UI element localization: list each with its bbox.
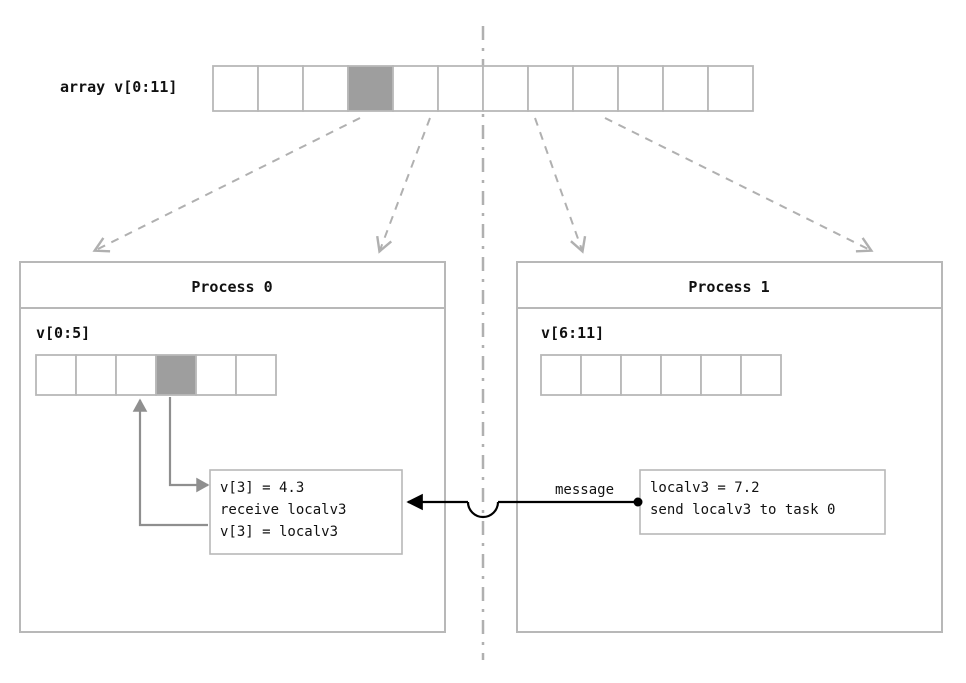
array-cell [258, 66, 303, 111]
process-1-subarray-label: v[6:11] [541, 324, 604, 342]
array-cell [438, 66, 483, 111]
process-1-code-line2: send localv3 to task 0 [650, 502, 835, 518]
message-label: message [555, 482, 614, 498]
process-1-title: Process 1 [688, 278, 769, 296]
process-0-title: Process 0 [191, 278, 272, 296]
array-cell [36, 355, 76, 395]
process-0-subarray-label: v[0:5] [36, 324, 90, 342]
process-1-box: Process 1 v[6:11] localv3 = 7.2 send loc… [517, 262, 942, 632]
array-cell [156, 355, 196, 395]
process-0-box: Process 0 v[0:5] v[3] = 4.3 receive loca… [20, 262, 445, 632]
array-cell [76, 355, 116, 395]
p0-code-to-cell-arrow [140, 400, 208, 525]
array-cell [528, 66, 573, 111]
array-cell [708, 66, 753, 111]
array-cell [621, 355, 661, 395]
array-cell [303, 66, 348, 111]
array-cell [348, 66, 393, 111]
array-cell [741, 355, 781, 395]
process-1-array [541, 355, 781, 395]
process-0-code-line3: v[3] = localv3 [220, 524, 338, 540]
array-cell [701, 355, 741, 395]
process-0-array [36, 355, 276, 395]
message-arrow-group: message [408, 482, 643, 517]
array-cell [393, 66, 438, 111]
array-cell [573, 66, 618, 111]
array-cell [541, 355, 581, 395]
process-1-code-line1: localv3 = 7.2 [650, 480, 760, 496]
top-array [213, 66, 753, 111]
array-cell [661, 355, 701, 395]
array-cell [581, 355, 621, 395]
array-cell [213, 66, 258, 111]
array-cell [618, 66, 663, 111]
array-cell [663, 66, 708, 111]
array-cell [483, 66, 528, 111]
array-cell [236, 355, 276, 395]
process-0-code-line1: v[3] = 4.3 [220, 480, 304, 496]
process-0-code-line2: receive localv3 [220, 502, 346, 518]
array-cell [196, 355, 236, 395]
array-cell [116, 355, 156, 395]
p0-cell-to-code-arrow [170, 397, 208, 485]
array-label: array v[0:11] [60, 78, 177, 96]
